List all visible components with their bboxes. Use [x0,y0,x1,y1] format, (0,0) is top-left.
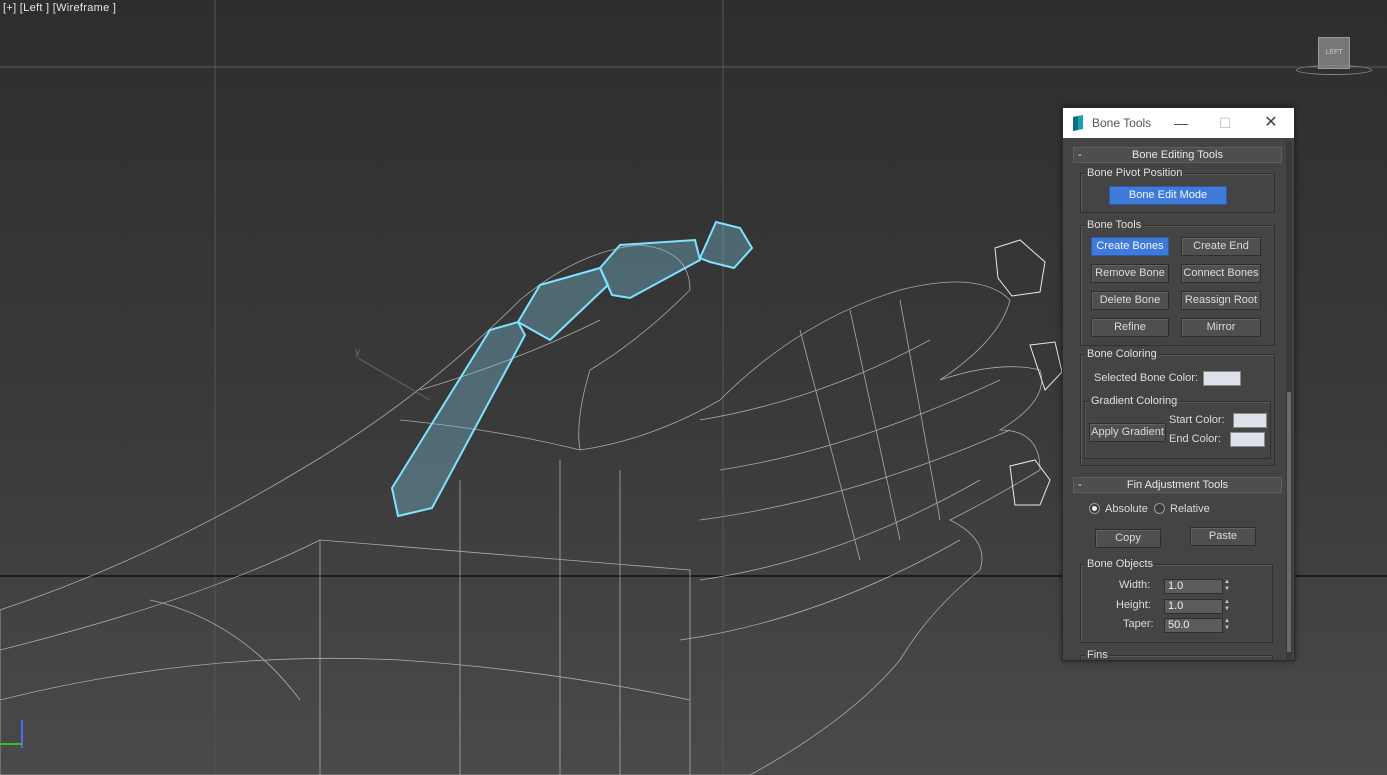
taper-spinner-arrows[interactable]: ▲ ▼ [1223,618,1231,633]
minimize-button[interactable]: — [1158,108,1204,138]
app-icon [1073,115,1083,131]
group-bone-objects: Bone Objects Width: 1.0 ▲ ▼ Height: 1.0 ▲… [1080,558,1273,643]
group-gradient-coloring: Gradient Coloring Apply Gradient Start C… [1084,395,1271,459]
group-label: Bone Tools [1085,219,1144,231]
rollout-title: Fin Adjustment Tools [1126,479,1229,491]
width-field[interactable]: 1.0 [1164,579,1223,594]
rollout-bone-editing-tools[interactable]: - Bone Editing Tools [1073,147,1282,163]
start-color-label: Start Color: [1169,414,1225,426]
start-color-swatch[interactable] [1233,413,1267,428]
height-spinner-arrows[interactable]: ▲ ▼ [1223,599,1231,614]
delete-bone-button[interactable]: Delete Bone [1091,291,1169,310]
absolute-label: Absolute [1105,503,1148,515]
bone-tools-dialog: Bone Tools — ☐ ✕ - Bone Editing Tools Bo… [1062,107,1295,661]
height-label: Height: [1116,599,1151,611]
relative-label: Relative [1170,503,1210,515]
dialog-scrollbar-thumb[interactable] [1287,392,1291,652]
dialog-title: Bone Tools [1092,116,1152,130]
selected-bone-color-swatch[interactable] [1203,371,1241,386]
group-label: Bone Objects [1085,558,1156,570]
group-label: Gradient Coloring [1089,395,1180,407]
viewcube-ring[interactable] [1296,65,1372,75]
group-bone-pivot-position: Bone Pivot Position Bone Edit Mode [1080,167,1275,213]
width-spinner-arrows[interactable]: ▲ ▼ [1223,579,1231,594]
group-fins: Fins [1080,649,1273,660]
group-label: Bone Coloring [1085,348,1159,360]
relative-radio[interactable] [1154,503,1165,514]
rollout-toggle: - [1078,149,1082,161]
rollout-toggle: - [1078,479,1082,491]
height-field[interactable]: 1.0 [1164,599,1223,614]
mirror-button[interactable]: Mirror [1181,318,1261,337]
bone-edit-mode-button[interactable]: Bone Edit Mode [1109,186,1227,205]
create-bones-button[interactable]: Create Bones [1091,237,1169,256]
selected-bone-color-label: Selected Bone Color: [1094,372,1198,384]
end-color-swatch[interactable] [1230,432,1265,447]
rollout-fin-adjustment-tools[interactable]: - Fin Adjustment Tools [1073,477,1282,493]
taper-label: Taper: [1123,618,1154,630]
connect-bones-button[interactable]: Connect Bones [1181,264,1261,283]
group-label: Fins [1085,649,1110,661]
group-bone-tools: Bone Tools Create Bones Create End Remov… [1080,219,1275,346]
end-color-label: End Color: [1169,433,1221,445]
dialog-titlebar[interactable]: Bone Tools — ☐ ✕ [1063,108,1294,138]
dialog-content: - Bone Editing Tools Bone Pivot Position… [1069,142,1285,660]
width-label: Width: [1119,579,1151,591]
close-button[interactable]: ✕ [1248,108,1294,138]
refine-button[interactable]: Refine [1091,318,1169,337]
viewport-label[interactable]: [+] [Left ] [Wireframe ] [3,2,116,14]
group-bone-coloring: Bone Coloring Selected Bone Color: Gradi… [1080,348,1275,466]
create-end-button[interactable]: Create End [1181,237,1261,256]
remove-bone-button[interactable]: Remove Bone [1091,264,1169,283]
rollout-title: Bone Editing Tools [1132,149,1223,161]
maximize-button[interactable]: ☐ [1202,108,1248,138]
axis-y-label: y [355,347,360,358]
group-label: Bone Pivot Position [1085,167,1185,179]
apply-gradient-button[interactable]: Apply Gradient [1089,423,1166,442]
reassign-root-button[interactable]: Reassign Root [1181,291,1261,310]
copy-button[interactable]: Copy [1095,529,1161,548]
taper-field[interactable]: 50.0 [1164,618,1223,633]
absolute-radio[interactable] [1089,503,1100,514]
paste-button[interactable]: Paste [1190,527,1256,546]
